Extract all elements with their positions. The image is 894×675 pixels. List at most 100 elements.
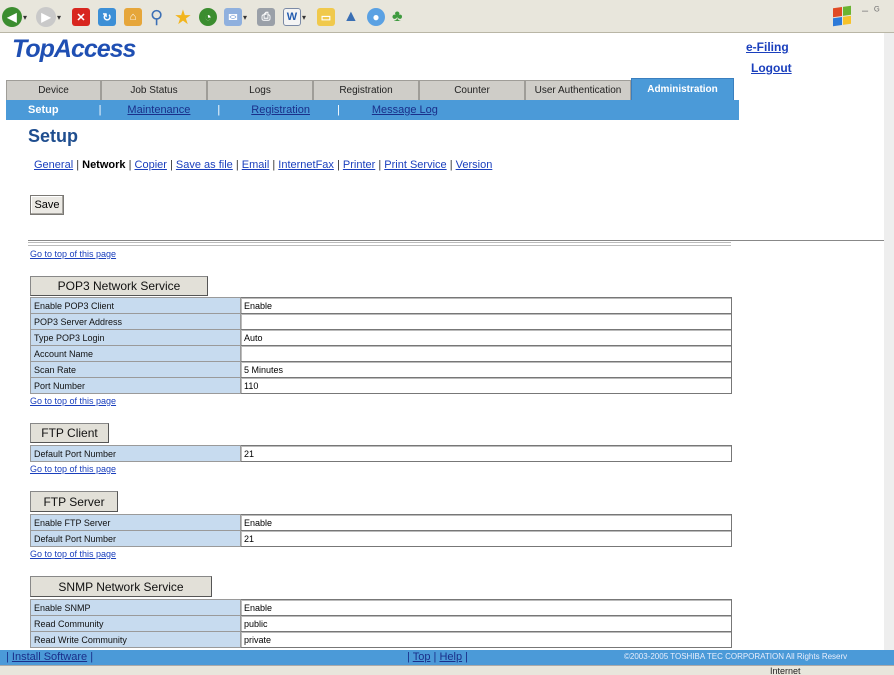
restore-icon[interactable]: ᴳ xyxy=(874,5,879,17)
setup-sublinks: General | Network | Copier | Save as fil… xyxy=(34,159,492,171)
home-button[interactable]: ⌂ xyxy=(124,6,142,28)
research-button[interactable]: ▲ xyxy=(343,6,359,28)
sublink-save-as-file[interactable]: Save as file xyxy=(176,159,233,171)
table-row: Enable FTP Server Enable xyxy=(30,514,732,531)
footer-separator: | xyxy=(90,651,94,663)
forward-button[interactable]: ▶ ▾ xyxy=(36,6,61,28)
folder-button[interactable]: ▭ xyxy=(317,6,335,28)
back-button[interactable]: ◀ ▾ xyxy=(2,6,27,28)
tab-administration[interactable]: Administration xyxy=(631,78,734,100)
sublink-separator: | xyxy=(449,159,453,171)
page-header: TopAccess e-Filing Logout xyxy=(0,33,894,80)
history-icon: ◔ xyxy=(199,8,217,26)
sublink-printer[interactable]: Printer xyxy=(343,159,375,171)
subnav-registration[interactable]: Registration xyxy=(251,104,310,116)
users-button[interactable]: ♣ xyxy=(392,6,403,28)
help-link[interactable]: Help xyxy=(439,651,462,663)
install-software-link[interactable]: Install Software xyxy=(12,651,87,663)
efiling-link[interactable]: e-Filing xyxy=(746,40,789,54)
history-button[interactable]: ◔ xyxy=(199,6,217,28)
setting-label: Type POP3 Login xyxy=(30,329,241,346)
sublink-separator: | xyxy=(272,159,276,171)
tab-device[interactable]: Device xyxy=(6,80,101,100)
mail-icon: ✉ xyxy=(224,8,242,26)
search-icon: ⚲ xyxy=(150,6,164,27)
setting-label: Enable SNMP xyxy=(30,599,241,616)
tab-registration[interactable]: Registration xyxy=(313,80,419,100)
copyright-text: ©2003-2005 TOSHIBA TEC CORPORATION All R… xyxy=(624,652,848,661)
setting-label: Default Port Number xyxy=(30,530,241,547)
setting-label: POP3 Server Address xyxy=(30,313,241,330)
sublink-print-service[interactable]: Print Service xyxy=(384,159,446,171)
sublink-separator: | xyxy=(76,159,80,171)
top-link[interactable]: Top xyxy=(413,651,431,663)
edit-button[interactable]: W ▾ xyxy=(283,6,306,28)
table-row: Enable SNMP Enable xyxy=(30,599,732,616)
setting-value: Enable xyxy=(240,297,732,314)
sublink-separator: | xyxy=(378,159,382,171)
snmp-section-header: SNMP Network Service xyxy=(30,576,212,597)
page-title: Setup xyxy=(28,126,79,146)
sublink-internetfax[interactable]: InternetFax xyxy=(278,159,334,171)
setting-value: 21 xyxy=(240,530,732,547)
sublink-general[interactable]: General xyxy=(34,159,73,171)
print-icon: ⎙ xyxy=(257,8,275,26)
stop-button[interactable]: ✕ xyxy=(72,6,90,28)
sublink-separator: | xyxy=(336,159,340,171)
sublink-version[interactable]: Version xyxy=(456,159,493,171)
setting-value: Auto xyxy=(240,329,732,346)
windows-logo-icon xyxy=(833,5,851,27)
go-to-top-link[interactable]: Go to top of this page xyxy=(30,549,116,559)
favorites-button[interactable]: ★ xyxy=(174,6,192,29)
subnav-separator: | xyxy=(336,104,340,116)
footer-separator: | xyxy=(465,651,468,663)
footer-links: | Top | Help | xyxy=(407,651,468,663)
refresh-button[interactable]: ↻ xyxy=(98,6,116,28)
divider xyxy=(28,242,731,246)
chevron-down-icon: ▾ xyxy=(57,12,62,22)
footer-separator: | xyxy=(6,651,9,663)
footer-install: | Install Software | xyxy=(6,651,93,663)
subnav-setup[interactable]: Setup xyxy=(28,104,59,116)
setting-value xyxy=(240,313,732,330)
logout-link[interactable]: Logout xyxy=(751,61,792,75)
footer-separator: | xyxy=(433,651,437,663)
vertical-scrollbar[interactable] xyxy=(884,33,894,650)
setting-value: 5 Minutes xyxy=(240,361,732,378)
save-button[interactable]: Save xyxy=(30,195,64,215)
ftp-client-table: Default Port Number 21 xyxy=(30,445,732,462)
setting-label: Enable FTP Server xyxy=(30,514,241,531)
sublink-separator: | xyxy=(235,159,239,171)
table-row: Enable POP3 Client Enable xyxy=(30,297,732,314)
sublink-copier[interactable]: Copier xyxy=(135,159,167,171)
main-tabs: Device Job Status Logs Registration Coun… xyxy=(6,78,734,100)
users-icon: ♣ xyxy=(392,8,403,25)
print-button[interactable]: ⎙ xyxy=(257,6,275,28)
setting-value xyxy=(240,345,732,362)
table-row: Default Port Number 21 xyxy=(30,530,732,547)
go-to-top-link[interactable]: Go to top of this page xyxy=(30,396,116,406)
messenger-button[interactable]: ● xyxy=(367,6,385,28)
subnav-maintenance[interactable]: Maintenance xyxy=(127,104,190,116)
sub-navigation: Setup | Maintenance | Registration | Mes… xyxy=(6,100,739,120)
go-to-top-link[interactable]: Go to top of this page xyxy=(30,464,116,474)
setting-label: Read Write Community xyxy=(30,631,241,648)
subnav-separator: | xyxy=(98,104,102,116)
tab-logs[interactable]: Logs xyxy=(207,80,313,100)
mail-button[interactable]: ✉ ▾ xyxy=(224,6,247,28)
sublink-email[interactable]: Email xyxy=(242,159,270,171)
go-to-top-link[interactable]: Go to top of this page xyxy=(30,249,116,259)
tab-user-authentication[interactable]: User Authentication xyxy=(525,80,631,100)
messenger-icon: ● xyxy=(367,8,385,26)
tab-counter[interactable]: Counter xyxy=(419,80,525,100)
tab-job-status[interactable]: Job Status xyxy=(101,80,207,100)
setting-label: Account Name xyxy=(30,345,241,362)
subnav-separator: | xyxy=(217,104,221,116)
subnav-message-log[interactable]: Message Log xyxy=(372,104,438,116)
search-button[interactable]: ⚲ xyxy=(150,6,163,28)
chevron-down-icon: ▾ xyxy=(23,12,28,22)
setting-value: Enable xyxy=(240,514,732,531)
back-icon: ◀ xyxy=(2,7,22,27)
minimize-icon[interactable]: – xyxy=(862,5,868,17)
table-row: Port Number 110 xyxy=(30,377,732,394)
